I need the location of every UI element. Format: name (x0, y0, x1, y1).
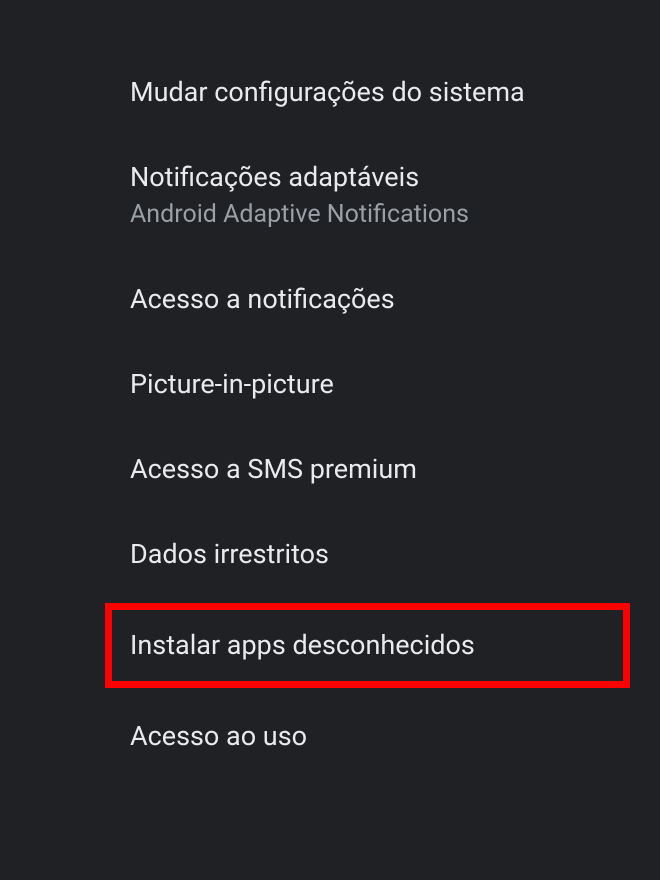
settings-item-usage-access[interactable]: Acesso ao uso (130, 694, 630, 779)
settings-item-system-config[interactable]: Mudar configurações do sistema (130, 50, 630, 135)
settings-item-picture-in-picture[interactable]: Picture-in-picture (130, 342, 630, 427)
settings-item-title: Mudar configurações do sistema (130, 75, 630, 110)
settings-item-title: Instalar apps desconhecidos (130, 628, 605, 663)
settings-item-title: Acesso a notificações (130, 282, 630, 317)
settings-item-title: Picture-in-picture (130, 367, 630, 402)
settings-item-unknown-apps[interactable]: Instalar apps desconhecidos (105, 603, 630, 688)
settings-item-subtitle: Android Adaptive Notifications (130, 199, 630, 232)
settings-item-title: Acesso ao uso (130, 719, 630, 754)
settings-item-adaptive-notifications[interactable]: Notificações adaptáveis Android Adaptive… (130, 135, 630, 257)
settings-item-unrestricted-data[interactable]: Dados irrestritos (130, 512, 630, 597)
settings-list: Mudar configurações do sistema Notificaç… (0, 0, 660, 779)
settings-item-title: Acesso a SMS premium (130, 452, 630, 487)
settings-item-title: Dados irrestritos (130, 537, 630, 572)
settings-item-title: Notificações adaptáveis (130, 160, 630, 195)
settings-item-sms-premium[interactable]: Acesso a SMS premium (130, 427, 630, 512)
settings-item-notification-access[interactable]: Acesso a notificações (130, 257, 630, 342)
